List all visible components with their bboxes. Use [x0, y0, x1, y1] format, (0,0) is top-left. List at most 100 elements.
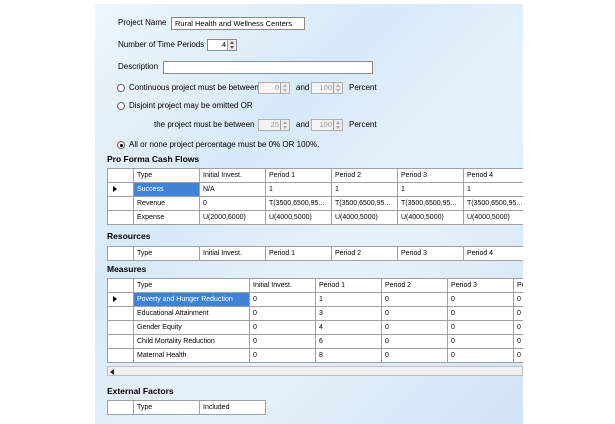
cell[interactable]: 0 [381, 320, 448, 335]
cell[interactable]: 0 [249, 306, 316, 321]
cell[interactable]: 0 [249, 292, 316, 307]
column-header[interactable]: Type [133, 400, 200, 415]
cell[interactable]: Educational Attainment [133, 306, 250, 321]
table-row[interactable]: Maternal Health 0 8 0 0 0 [107, 348, 523, 363]
cell[interactable]: 0 [447, 292, 514, 307]
disjoint-radio[interactable] [117, 102, 125, 110]
cell[interactable]: T(3500,6500,95... [463, 196, 523, 211]
allornone-radio[interactable] [117, 141, 125, 149]
column-header[interactable]: Period 4 [463, 168, 523, 183]
cell[interactable]: 0 [381, 292, 448, 307]
column-header[interactable]: Pe [513, 278, 523, 293]
row-selector[interactable] [107, 320, 134, 335]
cell[interactable]: 0 [513, 348, 523, 363]
cell[interactable]: Success [133, 182, 200, 197]
cell[interactable]: 6 [315, 334, 382, 349]
column-header[interactable]: Type [133, 246, 200, 261]
measures-horizontal-scrollbar[interactable] [107, 366, 523, 376]
cell[interactable]: 1 [331, 182, 398, 197]
column-header[interactable]: Type [133, 278, 250, 293]
cell[interactable]: T(3500,6500,95... [265, 196, 332, 211]
disjoint-max-stepper[interactable]: 100 [311, 119, 343, 131]
cell[interactable]: U(4000,5000) [331, 210, 398, 225]
cell[interactable]: 4 [315, 320, 382, 335]
table-row[interactable]: Poverty and Hunger Reduction 0 1 0 0 0 [107, 292, 523, 307]
table-row[interactable]: Expense U(2000,6000) U(4000,5000) U(4000… [107, 210, 523, 225]
table-row[interactable]: Child Mortality Reduction 0 6 0 0 0 [107, 334, 523, 349]
cell[interactable]: 0 [249, 334, 316, 349]
column-header[interactable]: Period 3 [447, 278, 514, 293]
cell[interactable]: Poverty and Hunger Reduction [133, 292, 250, 307]
cell[interactable]: 1 [397, 182, 464, 197]
cell[interactable]: 8 [315, 348, 382, 363]
cell[interactable]: Maternal Health [133, 348, 250, 363]
cell[interactable]: 0 [381, 334, 448, 349]
spin-arrows-icon[interactable] [280, 83, 289, 93]
table-row[interactable]: Success N/A 1 1 1 1 [107, 182, 523, 197]
column-header[interactable]: Period 1 [315, 278, 382, 293]
row-selector[interactable] [107, 348, 134, 363]
spin-arrows-icon[interactable] [333, 120, 342, 130]
column-header[interactable]: Type [133, 168, 200, 183]
cell[interactable]: 1 [265, 182, 332, 197]
time-periods-stepper[interactable]: 4 [207, 39, 237, 51]
column-header[interactable]: Included [199, 400, 266, 415]
spin-arrows-icon[interactable] [227, 40, 236, 50]
project-name-input[interactable]: Rural Health and Wellness Centers [171, 17, 305, 30]
cell[interactable]: 1 [463, 182, 523, 197]
column-header[interactable]: Initial Invest. [199, 168, 266, 183]
cell[interactable]: 3 [315, 306, 382, 321]
cell[interactable]: 0 [513, 292, 523, 307]
cell[interactable]: T(3500,6500,95... [397, 196, 464, 211]
column-header[interactable]: Period 1 [265, 168, 332, 183]
row-selector[interactable] [107, 306, 134, 321]
row-selector[interactable] [107, 334, 134, 349]
continuous-radio[interactable] [117, 84, 125, 92]
cell[interactable]: 0 [249, 320, 316, 335]
continuous-max-stepper[interactable]: 100 [311, 82, 343, 94]
cell[interactable]: 0 [381, 348, 448, 363]
column-header[interactable]: Initial Invest. [199, 246, 266, 261]
cell[interactable]: 0 [513, 320, 523, 335]
column-header[interactable]: Period 2 [331, 246, 398, 261]
continuous-min-stepper[interactable]: 0 [258, 82, 290, 94]
table-row[interactable]: Gender Equity 0 4 0 0 0 [107, 320, 523, 335]
disjoint-min-stepper[interactable]: 25 [258, 119, 290, 131]
table-row[interactable]: Revenue 0 T(3500,6500,95... T(3500,6500,… [107, 196, 523, 211]
column-header[interactable]: Period 3 [397, 246, 464, 261]
cell[interactable]: N/A [199, 182, 266, 197]
cell[interactable]: 0 [513, 306, 523, 321]
description-input[interactable] [163, 61, 373, 74]
cell[interactable]: U(2000,6000) [199, 210, 266, 225]
column-header[interactable]: Initial Invest. [249, 278, 316, 293]
cell[interactable]: 0 [513, 334, 523, 349]
cell[interactable]: 0 [199, 196, 266, 211]
cell[interactable]: Revenue [133, 196, 200, 211]
row-selector[interactable] [107, 182, 134, 197]
spin-arrows-icon[interactable] [280, 120, 289, 130]
cell[interactable]: 0 [447, 320, 514, 335]
cell[interactable]: Expense [133, 210, 200, 225]
scroll-left-arrow-icon[interactable] [110, 368, 114, 375]
row-selector[interactable] [107, 196, 134, 211]
cell[interactable]: 1 [315, 292, 382, 307]
column-header[interactable]: Period 1 [265, 246, 332, 261]
column-header[interactable]: Period 3 [397, 168, 464, 183]
column-header[interactable]: Period 2 [331, 168, 398, 183]
cell[interactable]: Child Mortality Reduction [133, 334, 250, 349]
cell[interactable]: U(4000,5000) [397, 210, 464, 225]
column-header[interactable]: Period 4 [463, 246, 523, 261]
column-header[interactable]: Period 2 [381, 278, 448, 293]
table-row[interactable]: Educational Attainment 0 3 0 0 0 [107, 306, 523, 321]
spin-arrows-icon[interactable] [333, 83, 342, 93]
row-selector[interactable] [107, 292, 134, 307]
cell[interactable]: U(4000,5000) [463, 210, 523, 225]
cell[interactable]: 0 [447, 348, 514, 363]
cell[interactable]: 0 [447, 334, 514, 349]
cell[interactable]: 0 [249, 348, 316, 363]
cell[interactable]: 0 [447, 306, 514, 321]
cell[interactable]: T(3500,6500,95... [331, 196, 398, 211]
cell[interactable]: U(4000,5000) [265, 210, 332, 225]
cell[interactable]: Gender Equity [133, 320, 250, 335]
cell[interactable]: 0 [381, 306, 448, 321]
